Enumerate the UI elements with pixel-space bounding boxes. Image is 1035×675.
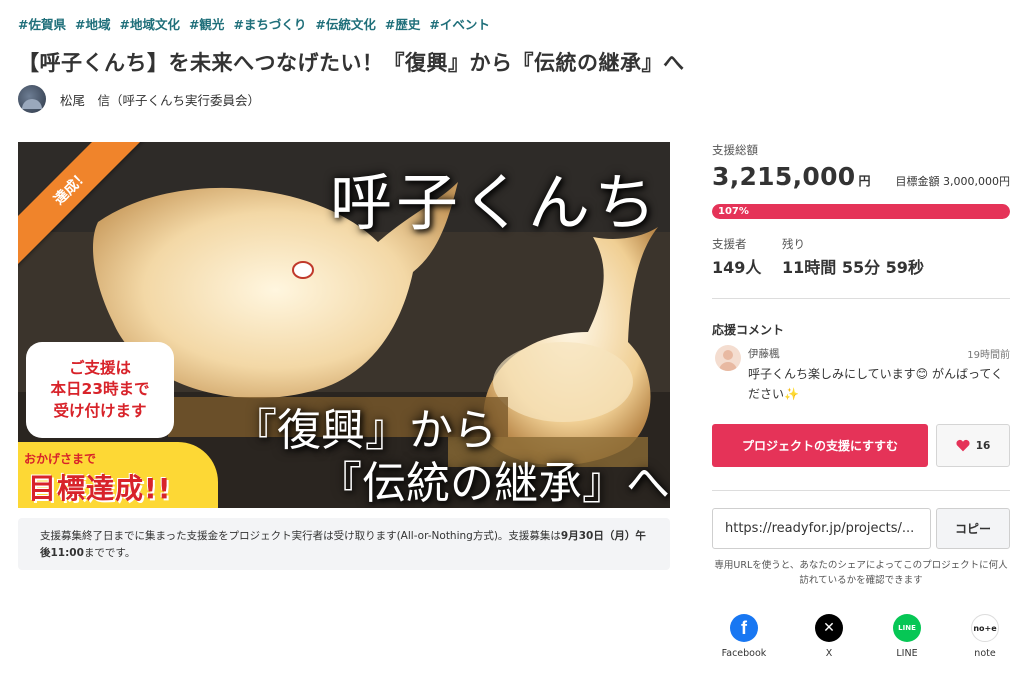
total-label: 支援総額	[712, 143, 758, 157]
thanks-text: おかげさまで	[24, 452, 97, 466]
share-buttons: f Facebook ✕ X LINE LINE no+e note	[712, 614, 1010, 664]
hero-title: 呼子くんち	[329, 166, 660, 239]
tag-link[interactable]: #伝統文化	[315, 14, 375, 33]
comments-heading: 応援コメント	[712, 323, 785, 337]
remaining-time: 11時間 55分 59秒	[782, 258, 924, 277]
support-project-button[interactable]: プロジェクトの支援にすすむ	[712, 424, 928, 467]
tag-link[interactable]: #地域	[75, 14, 110, 33]
deadline-line: 受け付けます	[53, 401, 147, 420]
share-facebook[interactable]: f Facebook	[714, 614, 774, 659]
notice-text: 支援募集終了日までに集まった支援金をプロジェクト実行者は受け取ります(All-o…	[40, 530, 561, 542]
goal-reached-text: 目標達成!!	[28, 472, 172, 505]
total-amount: 3,215,000 円	[712, 162, 871, 191]
share-x[interactable]: ✕ X	[799, 614, 859, 659]
tag-link[interactable]: #佐賀県	[18, 14, 66, 33]
like-button[interactable]: 16	[936, 424, 1010, 467]
note-icon: no+e	[971, 614, 999, 642]
share-url-input[interactable]	[712, 508, 931, 549]
tag-link[interactable]: #観光	[189, 14, 224, 33]
deadline-line: 本日23時まで	[50, 380, 150, 399]
share-label: X	[825, 648, 833, 659]
supporters-label: 支援者	[712, 237, 747, 251]
commenter-avatar[interactable]	[715, 345, 741, 371]
remaining-label: 残り	[782, 237, 805, 251]
progress-fill: 107%	[712, 204, 1010, 219]
hero-subtitle-line2: 『伝統の継承』へ	[318, 458, 670, 508]
currency: 円	[858, 174, 871, 188]
comment-time: 19時間前	[967, 350, 1010, 361]
like-count: 16	[975, 439, 991, 452]
notice-text-end: までです。	[83, 546, 136, 559]
owner-name[interactable]: 松尾 信（呼子くんち実行委員会）	[60, 90, 260, 109]
total-amount-value: 3,215,000	[712, 162, 856, 191]
line-icon: LINE	[893, 614, 921, 642]
progress-bar: 107%	[712, 204, 1010, 219]
page-title: 【呼子くんち】を未来へつなげたい！『復興』から『伝統の継承』へ	[18, 51, 685, 75]
share-note[interactable]: no+e note	[955, 614, 1015, 659]
copy-button[interactable]: コピー	[936, 508, 1010, 549]
tag-link[interactable]: #歴史	[385, 14, 420, 33]
heart-icon	[956, 439, 970, 452]
whale-eye	[292, 261, 314, 279]
funding-notice: 支援募集終了日までに集まった支援金をプロジェクト実行者は受け取ります(All-o…	[18, 518, 670, 570]
supporters-count: 149人	[712, 258, 762, 277]
deadline-line: ご支援は	[68, 358, 131, 377]
amount-row: 3,215,000 円 目標金額 3,000,000円	[712, 162, 1010, 191]
shell-shape	[493, 342, 633, 422]
divider	[712, 490, 1010, 491]
share-line[interactable]: LINE LINE	[877, 614, 937, 659]
facebook-icon: f	[730, 614, 758, 642]
share-label: Facebook	[721, 648, 767, 659]
goal-amount: 目標金額 3,000,000円	[895, 175, 1010, 188]
x-icon: ✕	[815, 614, 843, 642]
comment-text: 呼子くんち楽しみにしています😊 がんばってください✨	[748, 367, 1004, 402]
tag-link[interactable]: #地域文化	[119, 14, 179, 33]
hero-image: 呼子くんち 『復興』から 『伝統の継承』へ 達成！ ご支援は 本日23時まで 受…	[18, 142, 670, 508]
divider	[712, 298, 1010, 299]
tag-link[interactable]: #まちづくり	[233, 14, 306, 33]
deadline-box: ご支援は 本日23時まで 受け付けます	[26, 342, 174, 438]
owner-avatar[interactable]	[18, 85, 46, 113]
project-owner[interactable]: 松尾 信（呼子くんち実行委員会）	[18, 85, 260, 113]
tag-link[interactable]: #イベント	[429, 14, 489, 33]
tag-list: #佐賀県 #地域 #地域文化 #観光 #まちづくり #伝統文化 #歴史 #イベン…	[18, 14, 490, 33]
share-label: note	[974, 648, 996, 659]
share-label: LINE	[896, 648, 918, 659]
commenter-name[interactable]: 伊藤楓	[748, 346, 780, 361]
url-note: 専用URLを使うと、あなたのシェアによってこのプロジェクトに何人訪れているかを確…	[714, 560, 1008, 587]
